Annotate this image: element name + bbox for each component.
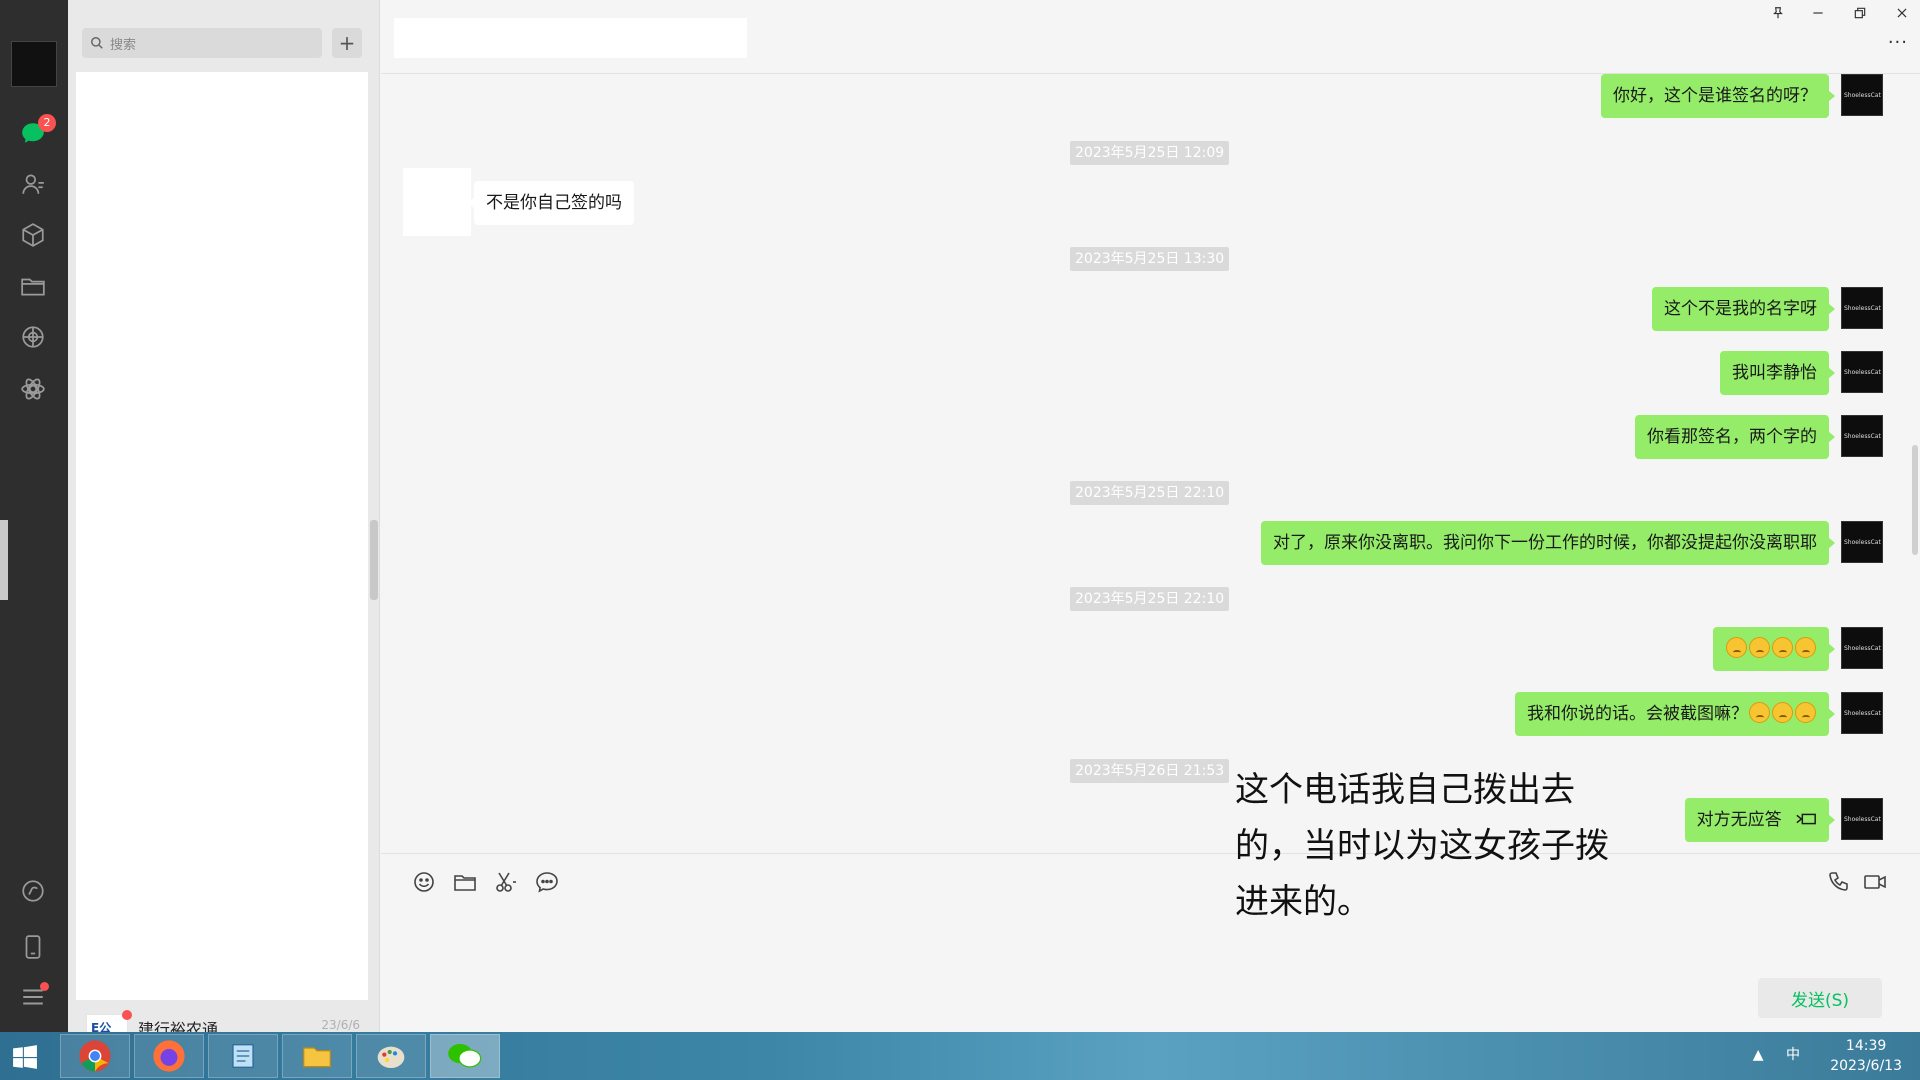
wechat-icon[interactable] xyxy=(430,1034,500,1078)
taskbar: ▲ 中 14:39 2023/6/13 xyxy=(0,1032,1920,1080)
video-call-icon[interactable] xyxy=(1861,868,1889,896)
timestamp: 2023年5月26日 21:53 xyxy=(1070,759,1230,783)
message-row: 我和你说的话。会被截图嘛？ ShoelessCat xyxy=(1515,692,1883,736)
chat-header: ··· xyxy=(381,0,1920,74)
conversation-list xyxy=(76,72,368,1000)
files-icon[interactable] xyxy=(18,271,48,301)
mini-programs-icon[interactable] xyxy=(18,374,48,404)
left-edge-scrollbar[interactable] xyxy=(0,520,8,600)
tray-arrow-icon[interactable]: ▲ xyxy=(1753,1047,1764,1063)
message-row: 对了，原来你没离职。我问你下一份工作的时候，你都没提起你没离职耶 Shoeles… xyxy=(1261,521,1883,565)
channels-icon[interactable] xyxy=(18,876,48,906)
unread-dot xyxy=(122,1010,132,1020)
firefox-icon[interactable] xyxy=(134,1034,204,1078)
menu-icon[interactable] xyxy=(18,982,49,1012)
chat-history-icon[interactable] xyxy=(533,868,561,896)
message-row: 你好，这个是谁签名的呀？ ShoelessCat xyxy=(1601,74,1883,118)
emoji-icon xyxy=(1772,702,1793,723)
emoji-icon xyxy=(1749,637,1770,658)
search-input[interactable]: 搜索 xyxy=(82,28,322,58)
pin-icon[interactable] xyxy=(1765,2,1791,24)
chat-icon[interactable]: 2 xyxy=(18,114,56,148)
add-button[interactable]: + xyxy=(332,28,362,58)
emoji-icon xyxy=(1795,702,1816,723)
message-row: 我叫李静怡 ShoelessCat xyxy=(1720,351,1883,395)
call-message-bubble[interactable]: 对方无应答 xyxy=(1684,798,1836,842)
message-bubble[interactable]: 你好，这个是谁签名的呀？ xyxy=(1601,74,1835,118)
notepad-icon[interactable] xyxy=(208,1034,278,1078)
message-row: ShoelessCat xyxy=(1713,627,1883,671)
search-icon xyxy=(91,37,103,49)
my-avatar[interactable]: ShoelessCat xyxy=(1841,351,1883,393)
my-avatar[interactable]: ShoelessCat xyxy=(1841,798,1883,840)
ime-indicator[interactable]: 中 xyxy=(1786,1047,1800,1063)
video-call-icon xyxy=(1796,813,1816,825)
annotation-text: 这个电话我自己拨出去的，当时以为这女孩子拨进来的。 xyxy=(1235,770,1609,922)
timestamp: 2023年5月25日 12:09 xyxy=(1070,141,1230,165)
send-button[interactable]: 发送(S) xyxy=(1758,978,1882,1018)
contact-date: 23/6/6 xyxy=(321,1018,360,1032)
message-bubble[interactable]: 这个不是我的名字呀 xyxy=(1652,287,1835,331)
message-input-area[interactable]: 发送(S) xyxy=(381,853,1920,1032)
system-tray[interactable]: ▲ 中 xyxy=(1753,1044,1800,1064)
emoji-icon xyxy=(1795,637,1816,658)
moments-icon[interactable] xyxy=(18,322,48,352)
contacts-icon[interactable] xyxy=(18,169,48,199)
sidebar-rail: 2 xyxy=(0,0,68,1032)
call-status-text: 对方无应答 xyxy=(1696,810,1782,830)
message-row: 这个不是我的名字呀 ShoelessCat xyxy=(1652,287,1883,331)
message-bubble[interactable]: 我叫李静怡 xyxy=(1720,351,1835,395)
message-bubble[interactable]: 对了，原来你没离职。我问你下一份工作的时候，你都没提起你没离职耶 xyxy=(1261,521,1835,565)
emoji-picker-icon[interactable] xyxy=(410,868,438,896)
clock-time: 14:39 xyxy=(1845,1038,1887,1054)
taskbar-clock[interactable]: 14:39 2023/6/13 xyxy=(1830,1036,1902,1076)
file-explorer-icon[interactable] xyxy=(282,1034,352,1078)
search-placeholder: 搜索 xyxy=(110,37,137,53)
emoji-icon xyxy=(1772,637,1793,658)
clock-date: 2023/6/13 xyxy=(1830,1058,1902,1074)
folder-icon[interactable] xyxy=(451,868,479,896)
more-options-button[interactable]: ··· xyxy=(1888,32,1908,53)
my-avatar[interactable]: ShoelessCat xyxy=(1841,287,1883,329)
restore-icon[interactable] xyxy=(1847,2,1873,24)
message-bubble[interactable]: 你看那签名，两个字的 xyxy=(1635,415,1835,459)
my-avatar[interactable]: ShoelessCat xyxy=(1841,521,1883,563)
message-bubble[interactable]: 我和你说的话。会被截图嘛？ xyxy=(1515,692,1835,736)
message-row: 你看那签名，两个字的 ShoelessCat xyxy=(1635,415,1883,459)
emoji-icon xyxy=(1726,637,1747,658)
chrome-icon[interactable] xyxy=(60,1034,130,1078)
timestamp: 2023年5月25日 22:10 xyxy=(1070,481,1230,505)
list-item[interactable]: E公 建行裕农通 23/6/6 xyxy=(76,1004,368,1032)
unread-badge: 2 xyxy=(38,114,56,132)
list-scrollbar[interactable] xyxy=(370,520,378,600)
timestamp: 2023年5月25日 22:10 xyxy=(1070,587,1230,611)
message-bubble[interactable]: 不是你自己签的吗 xyxy=(468,181,634,225)
contact-avatar[interactable] xyxy=(403,168,471,236)
emoji-icon xyxy=(1749,702,1770,723)
my-avatar[interactable]: ShoelessCat xyxy=(1841,627,1883,669)
windows-start-icon[interactable] xyxy=(12,1044,38,1070)
chat-scrollbar[interactable] xyxy=(1912,445,1918,555)
voice-call-icon[interactable] xyxy=(1825,868,1853,896)
chat-title xyxy=(394,18,747,58)
phone-icon[interactable] xyxy=(18,932,48,962)
my-avatar[interactable]: ShoelessCat xyxy=(1841,415,1883,457)
favorites-icon[interactable] xyxy=(18,220,48,250)
contact-name: 建行裕农通 xyxy=(138,1020,219,1032)
my-avatar[interactable]: ShoelessCat xyxy=(1841,74,1883,116)
my-avatar[interactable]: ShoelessCat xyxy=(1841,692,1883,734)
close-icon[interactable] xyxy=(1889,2,1915,24)
paint-icon[interactable] xyxy=(356,1034,426,1078)
user-avatar[interactable] xyxy=(11,41,57,87)
conversation-list-panel: 搜索 + E公 建行裕农通 23/6/6 xyxy=(68,0,380,1032)
scissors-icon[interactable] xyxy=(492,868,520,896)
minimize-icon[interactable] xyxy=(1805,2,1831,24)
chat-panel: ··· 你好，这个是谁签名的呀？ ShoelessCat 2023年5月25日 … xyxy=(381,0,1920,1032)
message-row: 对方无应答 ShoelessCat xyxy=(1684,798,1883,842)
message-text: 我和你说的话。会被截图嘛？ xyxy=(1527,704,1748,724)
menu-notification-dot xyxy=(40,982,49,991)
emoji-message-bubble[interactable] xyxy=(1713,627,1835,671)
timestamp: 2023年5月25日 13:30 xyxy=(1070,247,1230,271)
